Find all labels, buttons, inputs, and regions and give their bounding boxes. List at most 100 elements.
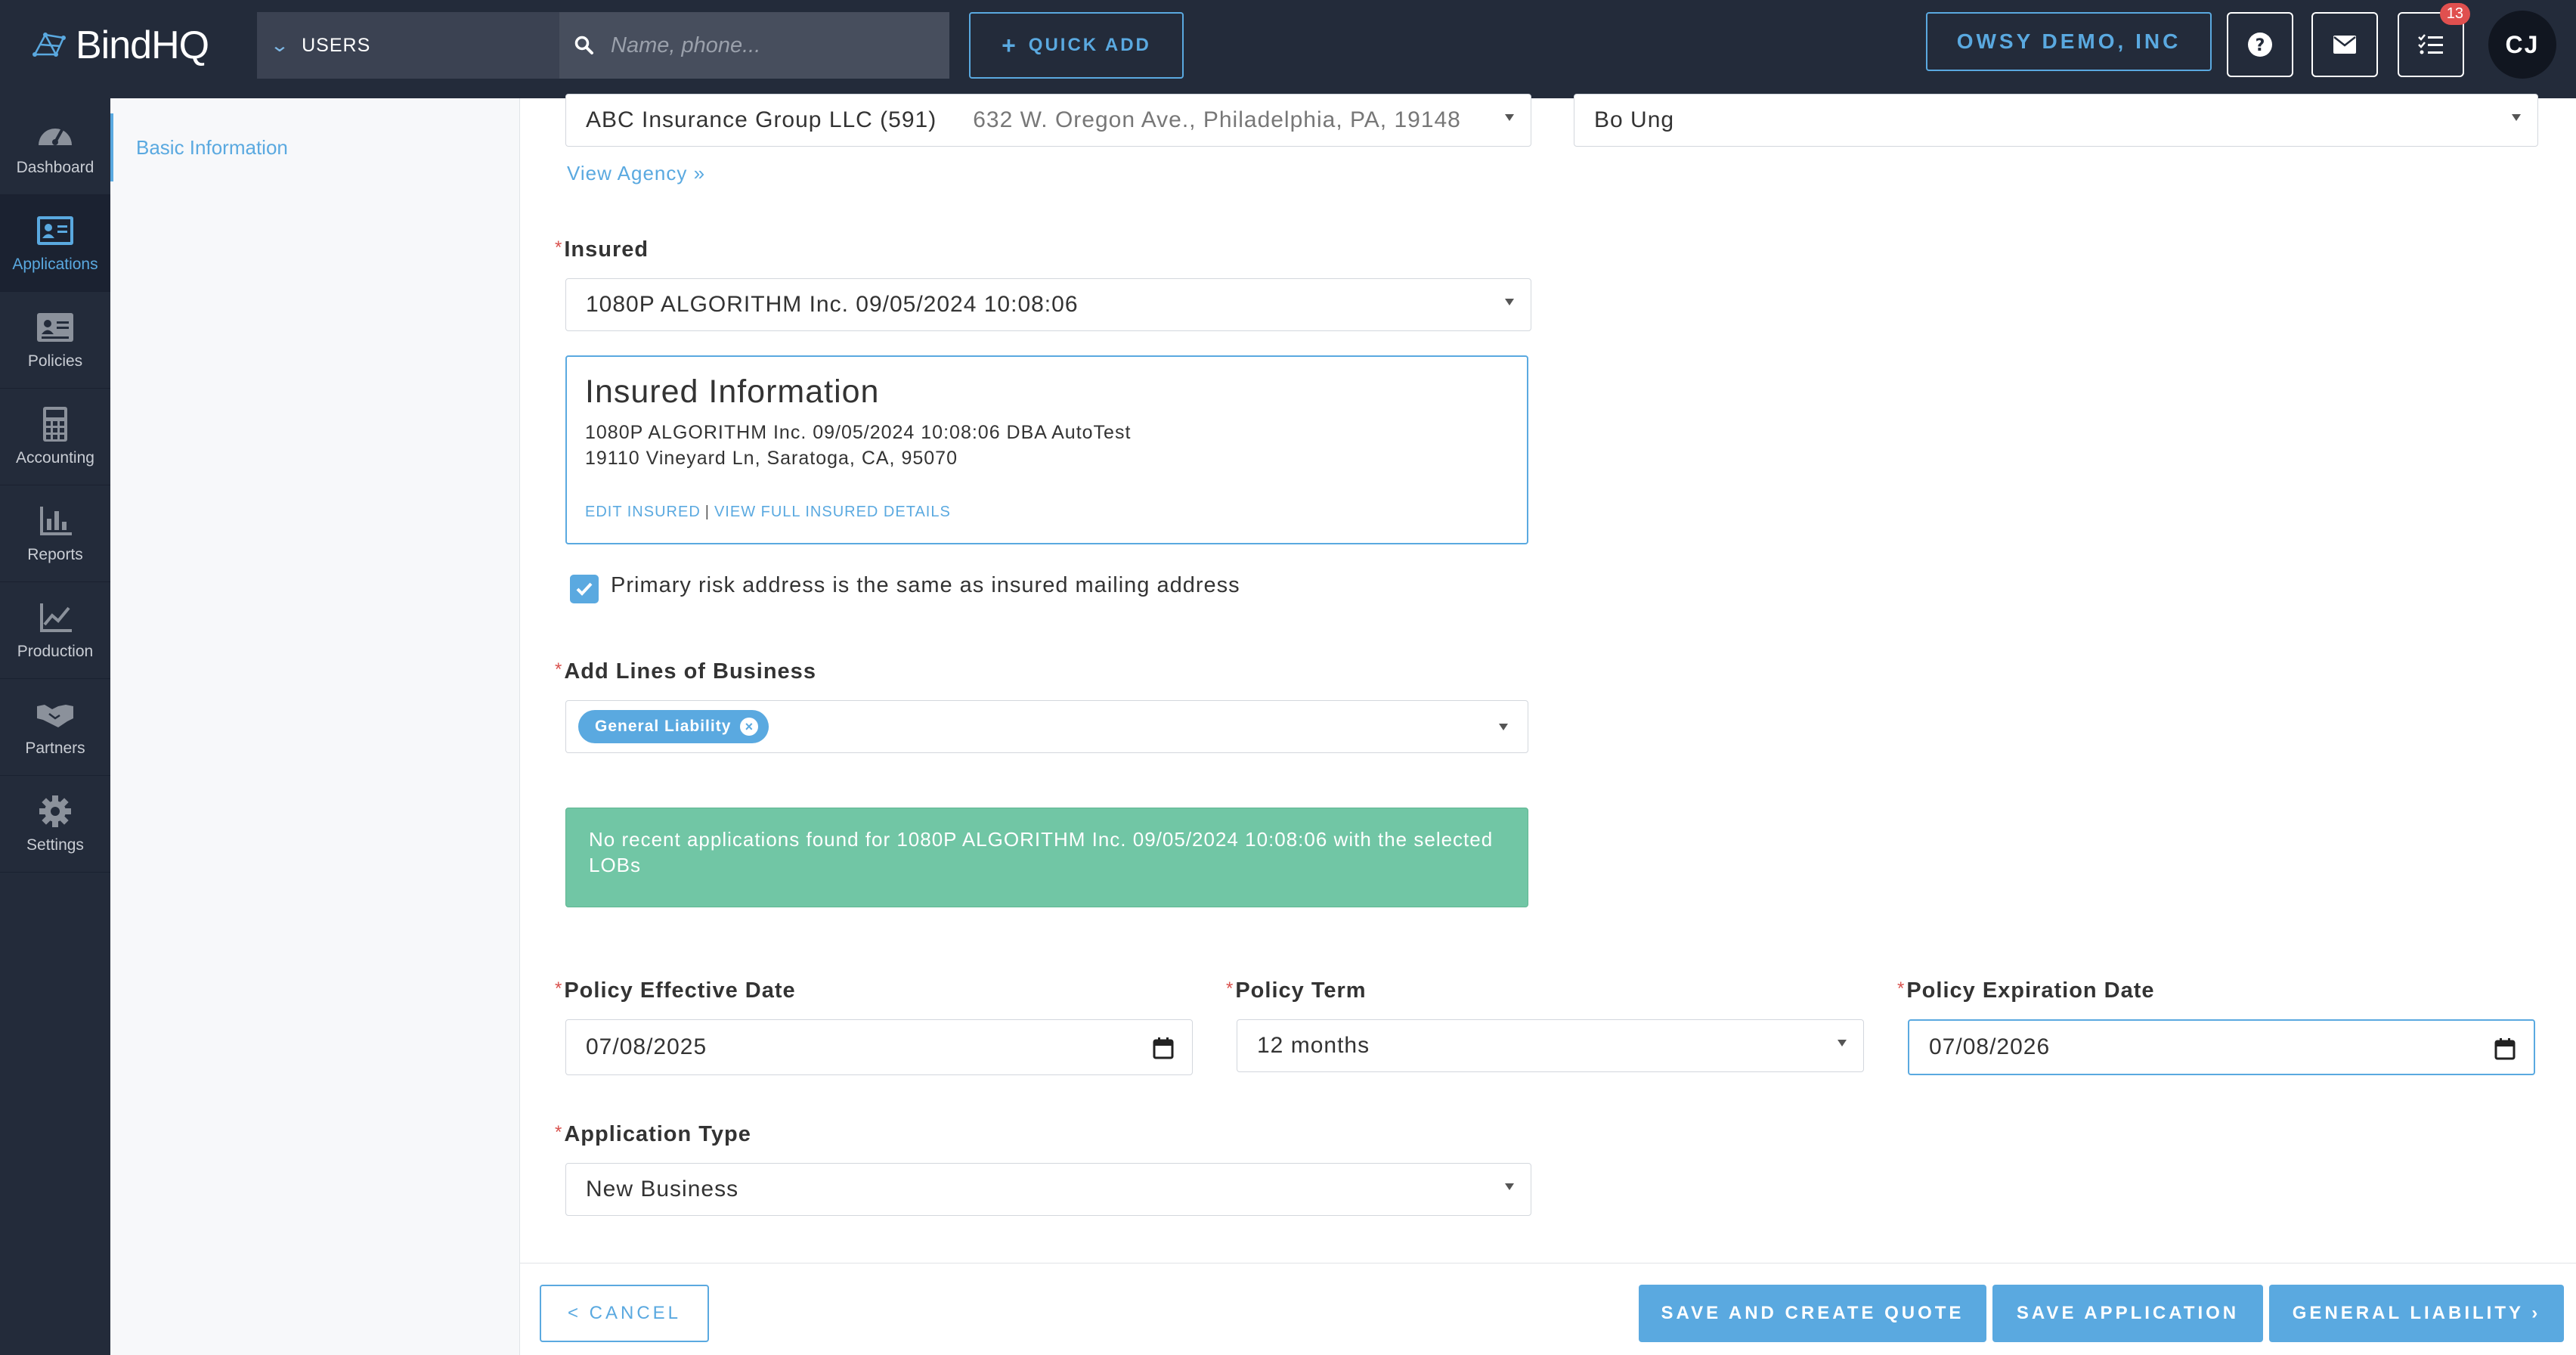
policy-term-value: 12 months xyxy=(1257,1033,1370,1058)
required-marker: * xyxy=(555,237,563,258)
view-full-insured-details-link[interactable]: VIEW FULL INSURED DETAILS xyxy=(714,504,951,520)
search-scope-label: USERS xyxy=(302,34,371,56)
application-type-label: *Application Type xyxy=(555,1122,751,1147)
lines-of-business-label-text: Add Lines of Business xyxy=(564,659,816,684)
policy-term-select[interactable]: 12 months xyxy=(1237,1019,1864,1072)
sidebar-item-policies[interactable]: Policies xyxy=(0,292,110,389)
tasks-button[interactable]: 13 xyxy=(2398,3,2470,77)
agency-select[interactable]: ABC Insurance Group LLC (591) 632 W. Ore… xyxy=(565,94,1531,147)
application-type-value: New Business xyxy=(586,1177,739,1202)
caret-down-icon xyxy=(1499,724,1508,730)
insured-info-title: Insured Information xyxy=(585,374,880,410)
primary-risk-label[interactable]: Primary risk address is the same as insu… xyxy=(611,573,1240,598)
insured-label: *Insured xyxy=(555,237,649,262)
logo-network-icon xyxy=(33,33,66,57)
expiration-date-input[interactable]: 07/08/2026 xyxy=(1908,1019,2535,1075)
help-button[interactable]: ? xyxy=(2227,12,2293,77)
sidebar-item-dashboard[interactable]: Dashboard xyxy=(0,98,110,195)
plus-icon: + xyxy=(1002,31,1018,59)
question-circle-icon: ? xyxy=(2248,33,2272,57)
top-bar: BindHQ ⌄ USERS + QUICK ADD OWSY DEMO, IN… xyxy=(0,0,2576,98)
sidebar-item-label: Applications xyxy=(12,255,98,273)
required-marker: * xyxy=(555,978,563,999)
caret-down-icon xyxy=(2512,114,2521,121)
expiration-date-label: *Policy Expiration Date xyxy=(1897,978,2155,1003)
section-nav: Basic Information xyxy=(110,98,520,1355)
caret-down-icon xyxy=(1505,114,1514,121)
search-box[interactable] xyxy=(559,12,949,79)
policy-card-icon xyxy=(37,312,73,342)
insured-value: 1080P ALGORITHM Inc. 09/05/2024 10:08:06 xyxy=(586,292,1079,317)
calculator-icon xyxy=(43,406,67,442)
link-separator: | xyxy=(704,504,710,520)
cancel-button[interactable]: < CANCEL xyxy=(540,1285,709,1342)
application-type-label-text: Application Type xyxy=(564,1122,751,1146)
sidebar-item-label: Settings xyxy=(26,836,84,854)
agency-address: 632 W. Oregon Ave., Philadelphia, PA, 19… xyxy=(973,107,1461,132)
edit-insured-link[interactable]: EDIT INSURED xyxy=(585,504,701,520)
insured-info-links: EDIT INSURED | VIEW FULL INSURED DETAILS xyxy=(585,504,951,521)
line-chart-icon xyxy=(40,603,72,632)
user-avatar[interactable]: CJ xyxy=(2488,11,2556,79)
gauge-icon xyxy=(39,127,72,145)
view-agency-link[interactable]: View Agency » xyxy=(567,162,705,185)
lines-of-business-label: *Add Lines of Business xyxy=(555,659,816,684)
application-type-select[interactable]: New Business xyxy=(565,1163,1531,1216)
sidebar-item-label: Partners xyxy=(25,739,85,757)
next-general-liability-button[interactable]: GENERAL LIABILITY › xyxy=(2269,1285,2564,1342)
lines-of-business-select[interactable]: General Liability × xyxy=(565,700,1528,753)
quick-add-label: QUICK ADD xyxy=(1028,35,1151,55)
caret-down-icon xyxy=(1838,1040,1847,1046)
sidebar-item-label: Reports xyxy=(27,545,83,563)
bar-chart-icon xyxy=(40,506,72,535)
sidebar-item-applications[interactable]: Applications xyxy=(0,195,110,292)
insured-address-line: 19110 Vineyard Ln, Saratoga, CA, 95070 xyxy=(585,448,958,469)
required-marker: * xyxy=(555,1122,563,1143)
remove-tag-icon[interactable]: × xyxy=(740,718,759,736)
search-input[interactable] xyxy=(611,33,913,58)
application-form: ABC Insurance Group LLC (591) 632 W. Ore… xyxy=(520,94,2576,1355)
lob-tag-label: General Liability xyxy=(595,718,732,735)
sidebar-item-partners[interactable]: Partners xyxy=(0,679,110,776)
lob-tag-general-liability: General Liability × xyxy=(578,710,769,743)
agency-value: ABC Insurance Group LLC (591) xyxy=(586,107,937,132)
sidebar-item-settings[interactable]: Settings xyxy=(0,776,110,873)
sidebar-item-label: Dashboard xyxy=(16,158,94,176)
logo-text: BindHQ xyxy=(76,23,209,67)
calendar-icon[interactable] xyxy=(2494,1037,2516,1060)
caret-down-icon xyxy=(1505,1183,1514,1190)
gear-icon xyxy=(39,795,71,827)
recent-applications-alert: No recent applications found for 1080P A… xyxy=(565,808,1528,907)
calendar-icon[interactable] xyxy=(1153,1037,1174,1059)
quick-add-button[interactable]: + QUICK ADD xyxy=(969,12,1184,79)
sidebar-item-accounting[interactable]: Accounting xyxy=(0,389,110,485)
task-list-icon xyxy=(2418,34,2443,54)
caret-down-icon xyxy=(1505,299,1514,305)
search-scope-dropdown[interactable]: ⌄ USERS xyxy=(257,12,559,79)
policy-term-label: *Policy Term xyxy=(1226,978,1367,1003)
sidebar-item-label: Production xyxy=(17,642,94,660)
sidebar: Dashboard Applications Policies Accounti… xyxy=(0,98,110,1355)
tasks-count-badge: 13 xyxy=(2439,3,2470,25)
required-marker: * xyxy=(1897,978,1906,999)
checkmark-icon xyxy=(576,582,593,596)
bindhq-logo[interactable]: BindHQ xyxy=(30,23,209,68)
sidebar-item-label: Policies xyxy=(27,352,83,370)
expiration-date-value: 07/08/2026 xyxy=(1929,1034,2051,1059)
primary-risk-checkbox[interactable] xyxy=(570,575,599,603)
agent-select[interactable]: Bo Ung xyxy=(1574,94,2538,147)
sidebar-item-reports[interactable]: Reports xyxy=(0,485,110,582)
save-and-create-quote-button[interactable]: SAVE AND CREATE QUOTE xyxy=(1639,1285,1986,1342)
section-nav-basic-information[interactable]: Basic Information xyxy=(110,113,520,181)
messages-button[interactable] xyxy=(2311,12,2378,77)
insured-information-panel: Insured Information 1080P ALGORITHM Inc.… xyxy=(565,355,1528,544)
expiration-date-label-text: Policy Expiration Date xyxy=(1906,978,2155,1003)
svg-text:?: ? xyxy=(2256,36,2265,55)
effective-date-label-text: Policy Effective Date xyxy=(564,978,796,1003)
insured-select[interactable]: 1080P ALGORITHM Inc. 09/05/2024 10:08:06 xyxy=(565,278,1531,331)
organization-button[interactable]: OWSY DEMO, INC xyxy=(1926,12,2212,71)
save-application-button[interactable]: SAVE APPLICATION xyxy=(1992,1285,2263,1342)
agent-value: Bo Ung xyxy=(1594,107,1675,132)
effective-date-input[interactable]: 07/08/2025 xyxy=(565,1019,1193,1075)
sidebar-item-production[interactable]: Production xyxy=(0,582,110,679)
